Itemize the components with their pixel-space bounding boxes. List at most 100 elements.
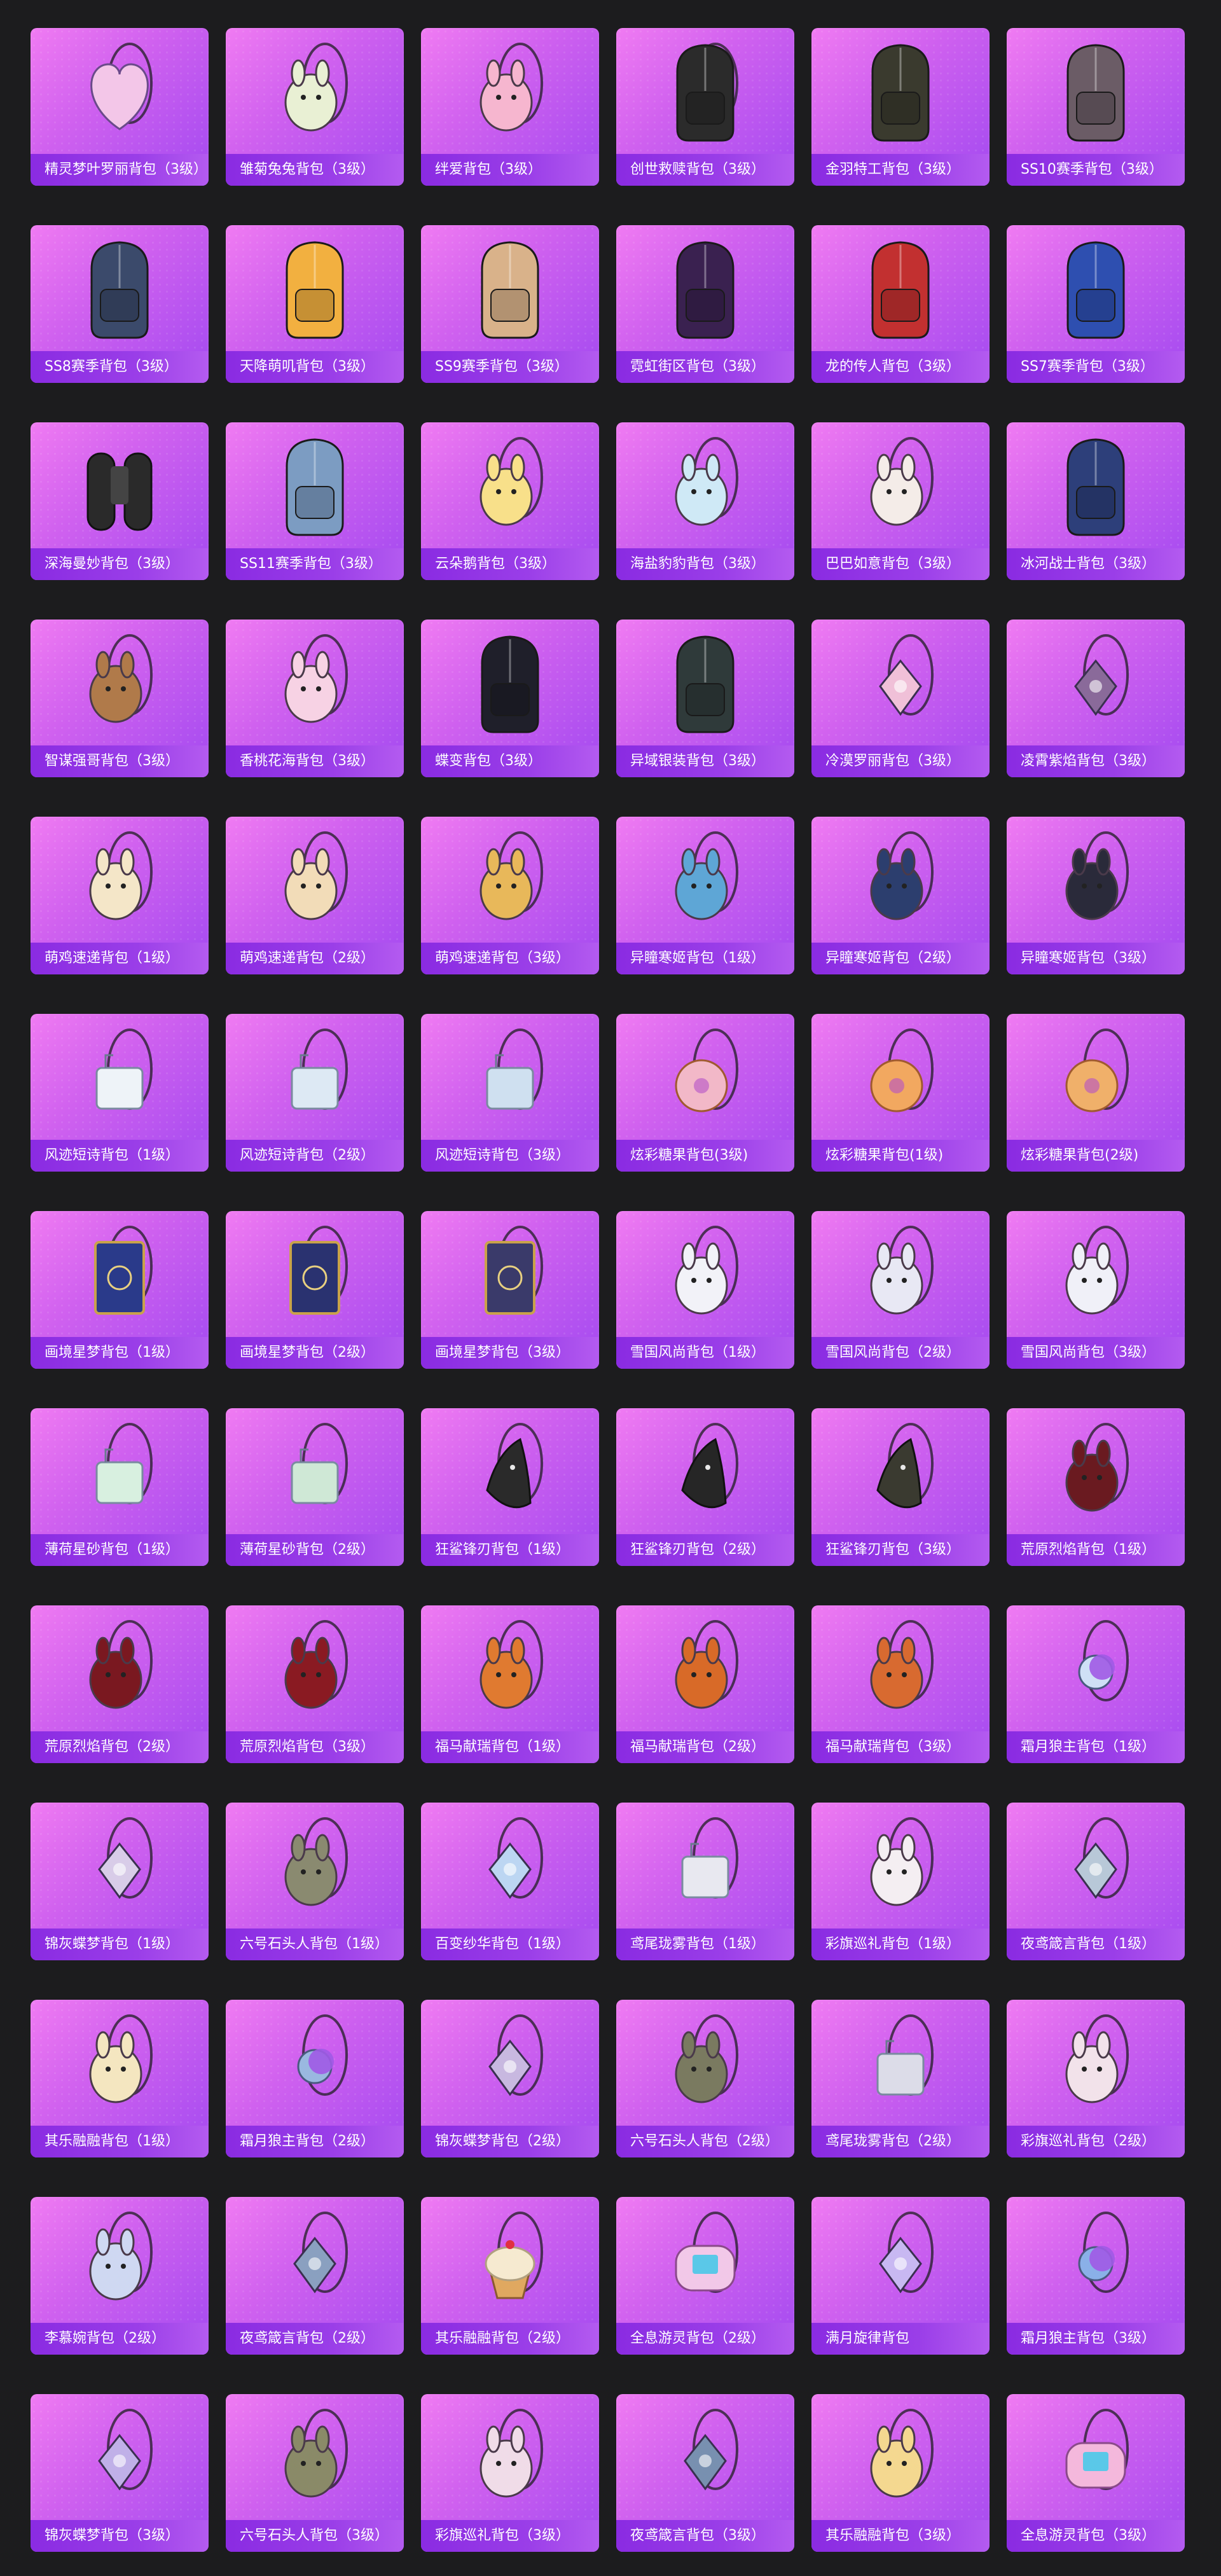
backpack-label: 其乐融融背包（3级） <box>811 2520 990 2552</box>
backpack-card[interactable]: 彩旗巡礼背包（2级） <box>1007 2000 1185 2157</box>
backpack-card[interactable]: 异域银装背包（3级） <box>616 620 794 777</box>
backpack-card[interactable]: 荒原烈焰背包（3级） <box>226 1605 404 1763</box>
backpack-card[interactable]: 炫彩糖果背包(2级) <box>1007 1014 1185 1172</box>
backpack-card[interactable]: 百变纱华背包（1级） <box>421 1803 599 1960</box>
backpack-label: 异瞳寒姬背包（1级） <box>616 943 794 974</box>
backpack-card[interactable]: 霜月狼主背包（3级） <box>1007 2197 1185 2355</box>
backpack-card[interactable]: 蝶变背包（3级） <box>421 620 599 777</box>
backpack-card[interactable]: 彩旗巡礼背包（1级） <box>811 1803 990 1960</box>
backpack-card[interactable]: SS9赛季背包（3级） <box>421 225 599 383</box>
backpack-card[interactable]: 龙的传人背包（3级） <box>811 225 990 383</box>
backpack-card[interactable]: 霜月狼主背包（2级） <box>226 2000 404 2157</box>
backpack-card[interactable]: 风迹短诗背包（2级） <box>226 1014 404 1172</box>
backpack-label: 冰河战士背包（3级） <box>1007 548 1185 580</box>
backpack-card[interactable]: 海盐豹豹背包（3级） <box>616 422 794 580</box>
backpack-card[interactable]: 天降萌叽背包（3级） <box>226 225 404 383</box>
backpack-label: 深海曼妙背包（3级） <box>31 548 209 580</box>
backpack-card[interactable]: SS10赛季背包（3级） <box>1007 28 1185 186</box>
backpack-card[interactable]: 创世救赎背包（3级） <box>616 28 794 186</box>
backpack-card[interactable]: 炫彩糖果背包(3级) <box>616 1014 794 1172</box>
backpack-label: 画境星梦背包（1级） <box>31 1337 209 1369</box>
backpack-card[interactable]: 画境星梦背包（2级） <box>226 1211 404 1369</box>
book-backpack-icon <box>31 1211 209 1337</box>
backpack-card[interactable]: 冷漠罗丽背包（3级） <box>811 620 990 777</box>
backpack-label: 画境星梦背包（2级） <box>226 1337 404 1369</box>
backpack-card[interactable]: 狂鲨锋刃背包（1级） <box>421 1408 599 1566</box>
charm-backpack-icon <box>811 620 990 745</box>
bunny-backpack-icon <box>226 28 404 154</box>
chick-backpack-icon <box>226 817 404 943</box>
backpack-card[interactable]: 薄荷星砂背包（1级） <box>31 1408 209 1566</box>
backpack-card[interactable]: 智谋强哥背包（3级） <box>31 620 209 777</box>
backpack-label: 锦灰蝶梦背包（1级） <box>31 1929 209 1960</box>
backpack-card[interactable]: 画境星梦背包（1级） <box>31 1211 209 1369</box>
backpack-card[interactable]: 锦灰蝶梦背包（2级） <box>421 2000 599 2157</box>
backpack-label: 龙的传人背包（3级） <box>811 351 990 383</box>
backpack-card[interactable]: 深海曼妙背包（3级） <box>31 422 209 580</box>
backpack-card[interactable]: 霜月狼主背包（1级） <box>1007 1605 1185 1763</box>
backpack-label: 异瞳寒姬背包（2级） <box>811 943 990 974</box>
backpack-card[interactable]: 雪国风尚背包（3级） <box>1007 1211 1185 1369</box>
moon-backpack-icon <box>1007 1605 1185 1731</box>
backpack-card[interactable]: 狂鲨锋刃背包（3级） <box>811 1408 990 1566</box>
backpack-card[interactable]: 异瞳寒姬背包（2级） <box>811 817 990 974</box>
backpack-card[interactable]: 凌霄紫焰背包（3级） <box>1007 620 1185 777</box>
backpack-label: 绊爱背包（3级） <box>421 154 599 186</box>
backpack-card[interactable]: 彩旗巡礼背包（3级） <box>421 2394 599 2552</box>
backpack-card[interactable]: 六号石头人背包（3级） <box>226 2394 404 2552</box>
backpack-card[interactable]: 炫彩糖果背包(1级) <box>811 1014 990 1172</box>
backpack-card[interactable]: 画境星梦背包（3级） <box>421 1211 599 1369</box>
backpack-card[interactable]: 萌鸡速递背包（1级） <box>31 817 209 974</box>
backpack-card[interactable]: 夜鸢箴言背包（1级） <box>1007 1803 1185 1960</box>
book-backpack-icon <box>421 1211 599 1337</box>
backpack-card[interactable]: 风迹短诗背包（1级） <box>31 1014 209 1172</box>
backpack-card[interactable]: 雪国风尚背包（1级） <box>616 1211 794 1369</box>
backpack-card[interactable]: 夜鸢箴言背包（2级） <box>226 2197 404 2355</box>
backpack-card[interactable]: 李慕婉背包（2级） <box>31 2197 209 2355</box>
backpack-card[interactable]: 福马献瑞背包（2级） <box>616 1605 794 1763</box>
backpack-card[interactable]: 金羽特工背包（3级） <box>811 28 990 186</box>
backpack-card[interactable]: 全息游灵背包（3级） <box>1007 2394 1185 2552</box>
backpack-card[interactable]: SS11赛季背包（3级） <box>226 422 404 580</box>
backpack-card[interactable]: 雪国风尚背包（2级） <box>811 1211 990 1369</box>
backpack-card[interactable]: 狂鲨锋刃背包（2级） <box>616 1408 794 1566</box>
backpack-card[interactable]: 香桃花海背包（3级） <box>226 620 404 777</box>
backpack-card[interactable]: 满月旋律背包 <box>811 2197 990 2355</box>
pink-backpack-icon <box>421 28 599 154</box>
backpack-card[interactable]: 荒原烈焰背包（2级） <box>31 1605 209 1763</box>
backpack-card[interactable]: 夜鸢箴言背包（3级） <box>616 2394 794 2552</box>
backpack-card[interactable]: SS8赛季背包（3级） <box>31 225 209 383</box>
backpack-card[interactable]: 锦灰蝶梦背包（3级） <box>31 2394 209 2552</box>
backpack-card[interactable]: 云朵鹅背包（3级） <box>421 422 599 580</box>
backpack-label: 全息游灵背包（2级） <box>616 2323 794 2355</box>
backpack-card[interactable]: 精灵梦叶罗丽背包（3级） <box>31 28 209 186</box>
backpack-label: 福马献瑞背包（3级） <box>811 1731 990 1763</box>
backpack-card[interactable]: 雏菊兔兔背包（3级） <box>226 28 404 186</box>
backpack-card[interactable]: 其乐融融背包（2级） <box>421 2197 599 2355</box>
backpack-card[interactable]: SS7赛季背包（3级） <box>1007 225 1185 383</box>
backpack-card[interactable]: 异瞳寒姬背包（3级） <box>1007 817 1185 974</box>
backpack-card[interactable]: 异瞳寒姬背包（1级） <box>616 817 794 974</box>
backpack-card[interactable]: 福马献瑞背包（3级） <box>811 1605 990 1763</box>
backpack-card[interactable]: 全息游灵背包（2级） <box>616 2197 794 2355</box>
backpack-card[interactable]: 荒原烈焰背包（1级） <box>1007 1408 1185 1566</box>
backpack-card[interactable]: 绊爱背包（3级） <box>421 28 599 186</box>
backpack-card[interactable]: 霓虹街区背包（3级） <box>616 225 794 383</box>
backpack-card[interactable]: 六号石头人背包（1级） <box>226 1803 404 1960</box>
backpack-card[interactable]: 六号石头人背包（2级） <box>616 2000 794 2157</box>
backpack-icon <box>1007 225 1185 351</box>
backpack-card[interactable]: 锦灰蝶梦背包（1级） <box>31 1803 209 1960</box>
backpack-label: 李慕婉背包（2级） <box>31 2323 209 2355</box>
backpack-card[interactable]: 鸢尾珑雾背包（2级） <box>811 2000 990 2157</box>
backpack-card[interactable]: 巴巴如意背包（3级） <box>811 422 990 580</box>
backpack-card[interactable]: 风迹短诗背包（3级） <box>421 1014 599 1172</box>
backpack-card[interactable]: 其乐融融背包（3级） <box>811 2394 990 2552</box>
backpack-card[interactable]: 萌鸡速递背包（3级） <box>421 817 599 974</box>
backpack-card[interactable]: 福马献瑞背包（1级） <box>421 1605 599 1763</box>
backpack-card[interactable]: 其乐融融背包（1级） <box>31 2000 209 2157</box>
backpack-label: 蝶变背包（3级） <box>421 745 599 777</box>
backpack-card[interactable]: 冰河战士背包（3级） <box>1007 422 1185 580</box>
backpack-card[interactable]: 萌鸡速递背包（2级） <box>226 817 404 974</box>
backpack-card[interactable]: 鸢尾珑雾背包（1级） <box>616 1803 794 1960</box>
backpack-card[interactable]: 薄荷星砂背包（2级） <box>226 1408 404 1566</box>
